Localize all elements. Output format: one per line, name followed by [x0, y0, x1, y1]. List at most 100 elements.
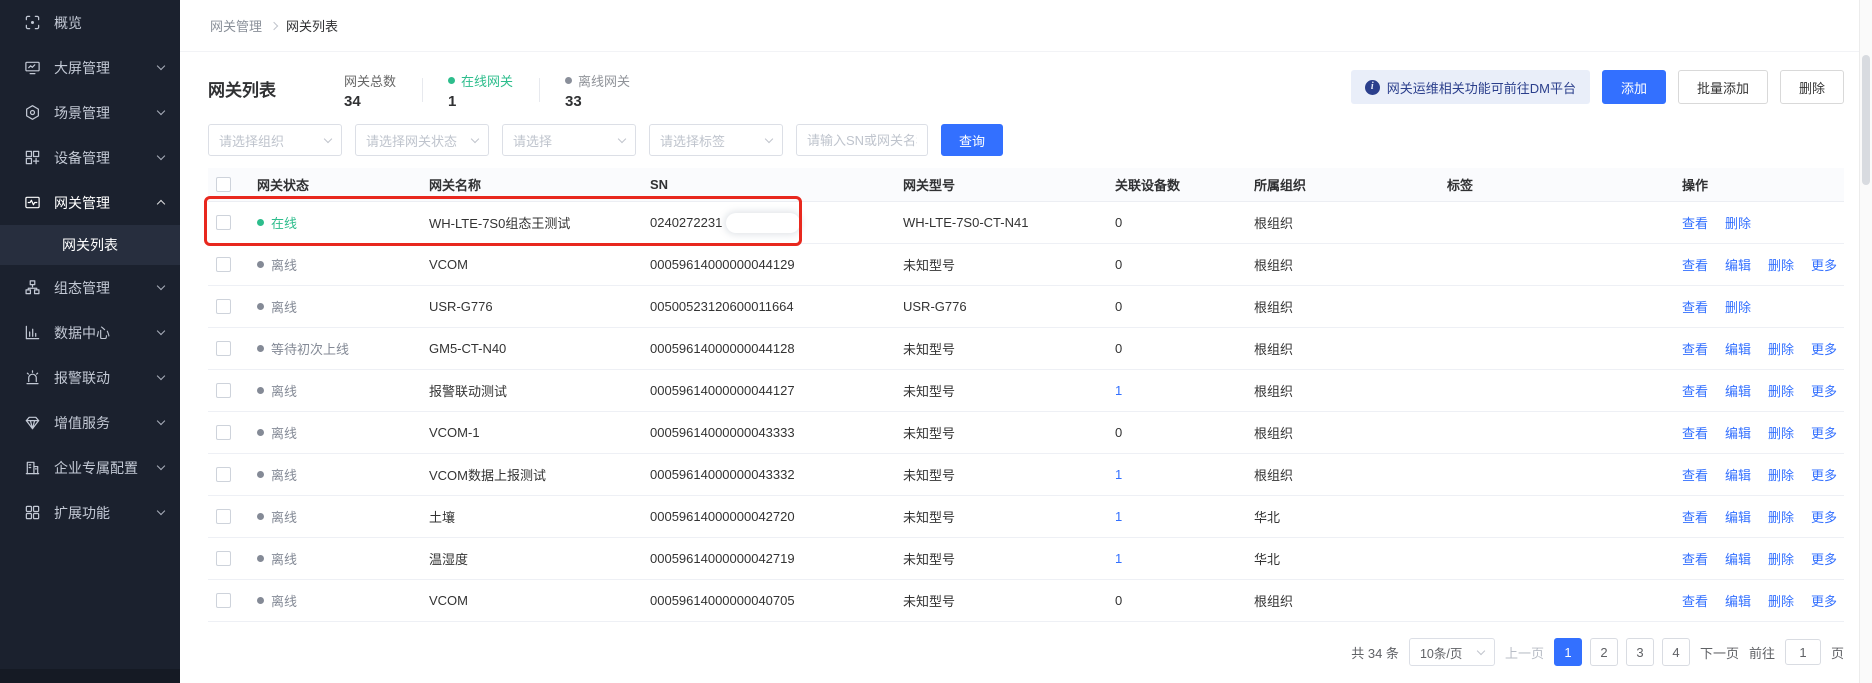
scrollbar-thumb[interactable]	[1862, 55, 1870, 185]
chevron-down-icon	[1477, 646, 1485, 654]
page-size-select[interactable]: 10条/页	[1409, 638, 1495, 666]
op-edit-link[interactable]: 编辑	[1725, 549, 1751, 568]
sidebar-item-label: 组态管理	[54, 278, 158, 298]
op-edit-link[interactable]: 编辑	[1725, 381, 1751, 400]
linked-devices-count[interactable]: 1	[1115, 467, 1122, 482]
op-view-link[interactable]: 查看	[1682, 255, 1708, 274]
op-delete-link[interactable]: 删除	[1768, 339, 1794, 358]
op-edit-link[interactable]: 编辑	[1725, 423, 1751, 442]
breadcrumb-item-gateway-mgmt[interactable]: 网关管理	[210, 16, 262, 35]
page-button-2[interactable]: 2	[1590, 638, 1618, 666]
page-button-4[interactable]: 4	[1662, 638, 1690, 666]
row-checkbox[interactable]	[216, 551, 231, 566]
table-row: 离线报警联动测试00059614000000044127未知型号1根组织查看编辑…	[208, 370, 1844, 412]
op-delete-link[interactable]: 删除	[1725, 297, 1751, 316]
batch-add-button[interactable]: 批量添加	[1678, 70, 1768, 104]
sn-search-input[interactable]	[796, 124, 928, 156]
gateway-status-filter-select[interactable]: 请选择网关状态	[355, 124, 489, 156]
sidebar-item-value-added[interactable]: 增值服务	[0, 400, 180, 445]
add-button[interactable]: 添加	[1602, 70, 1666, 104]
next-page-button[interactable]: 下一页	[1700, 643, 1739, 662]
status-dot-icon	[257, 303, 264, 310]
goto-suffix: 页	[1831, 643, 1844, 662]
sn-cell: 00059614000000043332	[650, 467, 903, 482]
sidebar-item-data-center[interactable]: 数据中心	[0, 310, 180, 355]
sidebar-item-enterprise-config[interactable]: 企业专属配置	[0, 445, 180, 490]
chevron-down-icon	[618, 134, 626, 142]
op-more-link[interactable]: 更多	[1811, 549, 1837, 568]
row-checkbox[interactable]	[216, 299, 231, 314]
op-view-link[interactable]: 查看	[1682, 297, 1708, 316]
tag-filter-select[interactable]: 请选择标签	[649, 124, 783, 156]
delete-button[interactable]: 删除	[1780, 70, 1844, 104]
linked-devices-count[interactable]: 1	[1115, 551, 1122, 566]
op-edit-link[interactable]: 编辑	[1725, 507, 1751, 526]
op-view-link[interactable]: 查看	[1682, 465, 1708, 484]
row-checkbox[interactable]	[216, 593, 231, 608]
page-button-3[interactable]: 3	[1626, 638, 1654, 666]
sidebar-item-scene-mgmt[interactable]: 场景管理	[0, 90, 180, 135]
linked-devices-count[interactable]: 1	[1115, 383, 1122, 398]
scrollbar[interactable]	[1859, 0, 1872, 683]
op-view-link[interactable]: 查看	[1682, 591, 1708, 610]
dm-platform-banner: 网关运维相关功能可前往DM平台	[1351, 70, 1590, 104]
op-view-link[interactable]: 查看	[1682, 507, 1708, 526]
sidebar-item-alarm-linkage[interactable]: 报警联动	[0, 355, 180, 400]
chevron-down-icon	[157, 62, 165, 70]
op-more-link[interactable]: 更多	[1811, 339, 1837, 358]
row-checkbox[interactable]	[216, 257, 231, 272]
row-checkbox[interactable]	[216, 383, 231, 398]
ops-cell: 查看编辑删除更多	[1682, 255, 1844, 274]
op-delete-link[interactable]: 删除	[1768, 255, 1794, 274]
column-header-8: 操作	[1682, 175, 1844, 194]
op-more-link[interactable]: 更多	[1811, 465, 1837, 484]
sidebar-collapse-bar[interactable]	[0, 669, 180, 683]
prev-page-button[interactable]: 上一页	[1505, 643, 1544, 662]
op-view-link[interactable]: 查看	[1682, 423, 1708, 442]
op-delete-link[interactable]: 删除	[1768, 507, 1794, 526]
sidebar-item-gateway-mgmt[interactable]: 网关管理	[0, 180, 180, 225]
sidebar-item-device-mgmt[interactable]: 设备管理	[0, 135, 180, 180]
goto-page-input[interactable]	[1785, 639, 1821, 665]
gateway-status: 离线	[257, 423, 429, 442]
op-more-link[interactable]: 更多	[1811, 381, 1837, 400]
op-edit-link[interactable]: 编辑	[1725, 591, 1751, 610]
row-checkbox[interactable]	[216, 467, 231, 482]
gateway-status: 在线	[257, 213, 429, 232]
page-buttons: 1234	[1554, 638, 1690, 666]
op-more-link[interactable]: 更多	[1811, 423, 1837, 442]
sidebar-subitem-gateway-list[interactable]: 网关列表	[0, 225, 180, 265]
op-view-link[interactable]: 查看	[1682, 381, 1708, 400]
op-edit-link[interactable]: 编辑	[1725, 255, 1751, 274]
row-checkbox[interactable]	[216, 509, 231, 524]
op-edit-link[interactable]: 编辑	[1725, 465, 1751, 484]
op-delete-link[interactable]: 删除	[1768, 465, 1794, 484]
page-button-1[interactable]: 1	[1554, 638, 1582, 666]
op-edit-link[interactable]: 编辑	[1725, 339, 1751, 358]
row-checkbox[interactable]	[216, 215, 231, 230]
op-delete-link[interactable]: 删除	[1768, 381, 1794, 400]
scene-icon	[24, 104, 41, 121]
op-view-link[interactable]: 查看	[1682, 549, 1708, 568]
op-delete-link[interactable]: 删除	[1768, 423, 1794, 442]
sidebar-item-extension[interactable]: 扩展功能	[0, 490, 180, 535]
row-checkbox[interactable]	[216, 341, 231, 356]
query-button[interactable]: 查询	[941, 124, 1003, 156]
page-header: 网关列表 网关总数 34 在线网关 1 离线网关 33 网关运维相关功能可前往D…	[180, 52, 1872, 110]
op-more-link[interactable]: 更多	[1811, 507, 1837, 526]
op-delete-link[interactable]: 删除	[1768, 549, 1794, 568]
select-all-checkbox[interactable]	[216, 177, 231, 192]
model-filter-select[interactable]: 请选择	[502, 124, 636, 156]
op-more-link[interactable]: 更多	[1811, 255, 1837, 274]
op-more-link[interactable]: 更多	[1811, 591, 1837, 610]
op-delete-link[interactable]: 删除	[1768, 591, 1794, 610]
org-filter-select[interactable]: 请选择组织	[208, 124, 342, 156]
sidebar-item-overview[interactable]: 概览	[0, 0, 180, 45]
linked-devices-count[interactable]: 1	[1115, 509, 1122, 524]
op-view-link[interactable]: 查看	[1682, 339, 1708, 358]
op-view-link[interactable]: 查看	[1682, 213, 1708, 232]
sidebar-item-screen-mgmt[interactable]: 大屏管理	[0, 45, 180, 90]
sidebar-item-config-mgmt[interactable]: 组态管理	[0, 265, 180, 310]
op-delete-link[interactable]: 删除	[1725, 213, 1751, 232]
row-checkbox[interactable]	[216, 425, 231, 440]
